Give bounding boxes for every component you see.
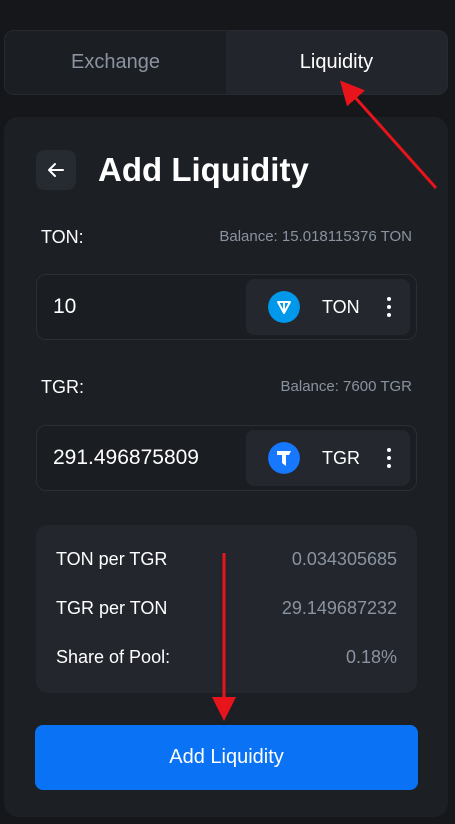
tgr-icon	[268, 442, 300, 474]
token-b-label: TGR:	[41, 377, 84, 397]
info-value: 0.034305685	[291, 549, 397, 569]
token-a-amount-input[interactable]: 10	[53, 275, 76, 339]
more-options-icon	[386, 297, 392, 317]
token-b-symbol: TGR	[322, 448, 360, 468]
info-row: TON per TGR 0.034305685	[56, 549, 397, 573]
tab-exchange[interactable]: Exchange	[5, 31, 226, 94]
info-row: TGR per TON 29.149687232	[56, 598, 397, 622]
token-a-symbol: TON	[322, 297, 360, 317]
tab-liquidity[interactable]: Liquidity	[226, 31, 447, 94]
back-button[interactable]	[36, 150, 76, 190]
token-b-amount-input[interactable]: 291.496875809	[53, 426, 199, 490]
info-row: Share of Pool: 0.18%	[56, 647, 397, 671]
token-b-field: 291.496875809 TGR	[36, 425, 417, 491]
info-value: 0.18%	[345, 647, 397, 667]
tab-bar: Exchange Liquidity	[4, 30, 448, 95]
arrow-left-icon	[48, 163, 64, 177]
token-a-selector-button[interactable]: TON	[246, 279, 410, 335]
page-title: Add Liquidity	[98, 151, 309, 188]
pool-info-panel: TON per TGR 0.034305685 TGR per TON 29.1…	[36, 525, 417, 693]
token-a-balance: Balance: 15.018115376 TON	[219, 228, 412, 245]
more-options-icon	[386, 448, 392, 468]
token-b-selector-button[interactable]: TGR	[246, 430, 410, 486]
token-a-field: 10 TON	[36, 274, 417, 340]
info-label: Share of Pool:	[56, 647, 171, 667]
ton-icon	[268, 291, 300, 323]
info-label: TGR per TON	[56, 598, 168, 618]
add-liquidity-card: Add Liquidity TON: Balance: 15.018115376…	[4, 117, 448, 817]
add-liquidity-button[interactable]: Add Liquidity	[35, 725, 418, 790]
token-b-balance: Balance: 7600 TGR	[280, 378, 412, 395]
info-value: 29.149687232	[281, 598, 397, 618]
info-label: TON per TGR	[56, 549, 168, 569]
token-a-label: TON:	[41, 227, 84, 247]
